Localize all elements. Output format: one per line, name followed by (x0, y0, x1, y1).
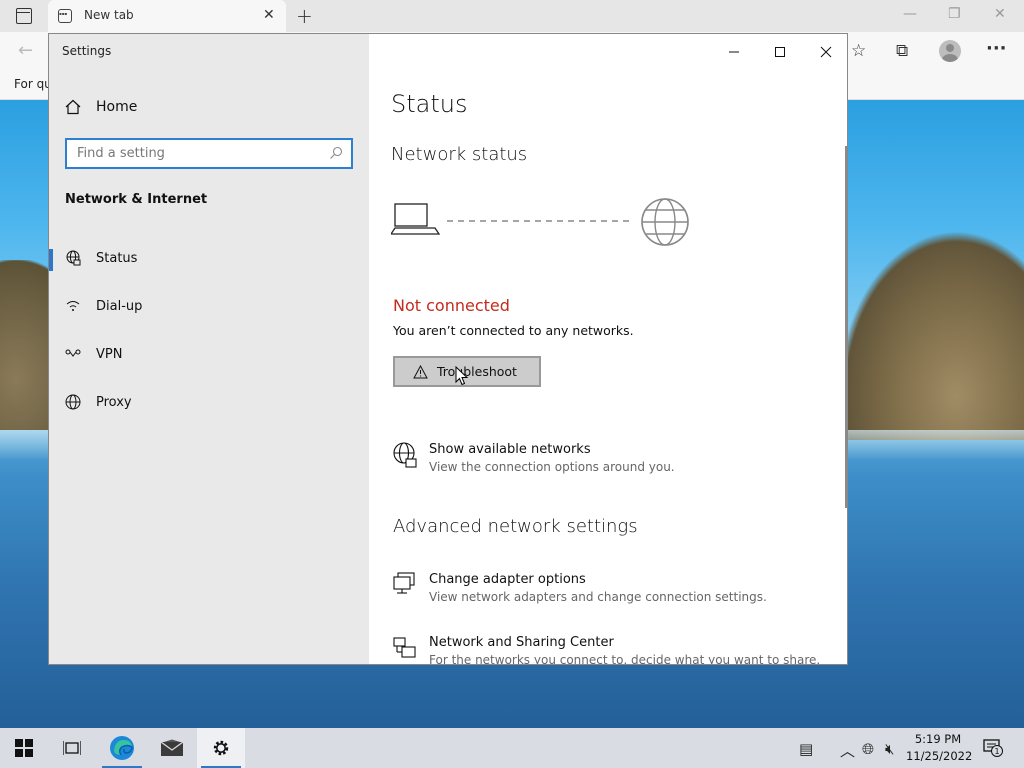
adapter-options-title: Change adapter options (429, 572, 586, 587)
network-sharing-center-link[interactable]: Network and Sharing Center For the netwo… (393, 635, 821, 665)
clock-date: 11/25/2022 (906, 749, 973, 763)
new-tab-icon (58, 9, 72, 23)
home-icon (65, 99, 81, 115)
vpn-icon (65, 349, 81, 357)
change-adapter-options-link[interactable]: Change adapter options View network adap… (393, 572, 767, 604)
window-title: Settings (62, 44, 112, 58)
network-status-heading: Network status (391, 144, 528, 165)
settings-taskbar-button[interactable] (197, 728, 245, 768)
sharing-center-icon (393, 637, 416, 658)
sharing-center-description: For the networks you connect to, decide … (429, 653, 821, 665)
internet-globe-icon (641, 198, 689, 246)
browser-restore-icon[interactable]: ❐ (948, 6, 961, 22)
sharing-center-title: Network and Sharing Center (429, 635, 614, 650)
minimize-button[interactable] (711, 38, 757, 66)
gear-icon (213, 740, 229, 756)
edge-taskbar-button[interactable] (98, 728, 146, 768)
profile-avatar-icon[interactable] (939, 40, 961, 62)
content-scrollbar[interactable] (845, 146, 847, 508)
networks-globe-icon (393, 442, 417, 468)
search-box[interactable] (65, 138, 353, 169)
notification-count: 1 (994, 747, 999, 756)
sidebar-item-status[interactable]: Status (49, 238, 369, 278)
section-title: Network & Internet (65, 192, 208, 207)
warning-triangle-icon (413, 364, 428, 378)
connection-status: Not connected (393, 296, 510, 315)
favorites-star-icon[interactable]: ☆ (851, 41, 866, 61)
collections-icon[interactable]: ⧉ (896, 41, 908, 61)
browser-minimize-icon[interactable]: — (903, 6, 917, 22)
edge-browser-icon (110, 736, 134, 760)
maximize-button[interactable] (757, 38, 803, 66)
search-input[interactable] (67, 140, 351, 167)
mail-envelope-icon (160, 739, 184, 756)
proxy-globe-icon (65, 394, 81, 410)
search-icon[interactable] (329, 146, 343, 160)
browser-tab[interactable]: New tab ✕ (48, 0, 286, 32)
mail-taskbar-button[interactable] (148, 728, 196, 768)
minimize-icon (729, 51, 739, 53)
troubleshoot-label: Troubleshoot (437, 364, 517, 379)
new-tab-button[interactable]: + (296, 4, 313, 28)
show-networks-title: Show available networks (429, 442, 591, 457)
dialup-icon (66, 301, 80, 311)
sidebar-item-label: Dial-up (96, 298, 143, 314)
close-icon (820, 46, 832, 58)
home-nav-item[interactable]: Home (65, 96, 137, 118)
task-view-button[interactable] (48, 728, 96, 768)
settings-sidebar: Settings Home Network & Internet Status (49, 34, 369, 664)
sidebar-item-proxy[interactable]: Proxy (49, 382, 369, 422)
start-button[interactable] (0, 728, 48, 768)
browser-tab-bar: New tab ✕ + — ❐ ✕ (0, 0, 1024, 32)
sidebar-item-label: Status (96, 250, 138, 266)
sidebar-item-vpn[interactable]: VPN (49, 334, 369, 374)
tab-close-icon[interactable]: ✕ (263, 7, 275, 23)
connection-description: You aren’t connected to any networks. (393, 323, 634, 338)
close-button[interactable] (803, 38, 847, 66)
wallpaper-hill-right (830, 220, 1024, 440)
advanced-settings-heading: Advanced network settings (393, 516, 638, 537)
network-globe-tray-icon[interactable]: 🌐︎ (862, 740, 874, 758)
page-title: Status (391, 90, 468, 118)
adapter-options-description: View network adapters and change connect… (429, 590, 767, 604)
network-diagram (391, 198, 689, 246)
sidebar-item-label: VPN (96, 346, 123, 362)
more-options-icon[interactable]: ··· (986, 38, 1007, 59)
sidebar-item-dialup[interactable]: Dial-up (49, 286, 369, 326)
sidebar-item-label: Proxy (96, 394, 132, 410)
maximize-icon (775, 47, 785, 57)
favorites-bar-text: For qu (14, 77, 52, 91)
show-networks-description: View the connection options around you. (429, 460, 675, 474)
windows-logo-icon (15, 739, 33, 757)
show-available-networks-link[interactable]: Show available networks View the connect… (393, 442, 675, 474)
status-globe-icon (66, 250, 81, 266)
browser-close-icon[interactable]: ✕ (994, 6, 1006, 22)
volume-muted-icon[interactable]: 🔇︎ (885, 740, 894, 758)
clock[interactable]: 5:19 PM 11/25/2022 (906, 731, 973, 765)
notification-center-icon[interactable]: 1 (983, 739, 1003, 757)
tab-actions-icon[interactable] (16, 8, 32, 24)
laptop-icon (391, 203, 441, 235)
settings-window: Settings Home Network & Internet Status (48, 33, 848, 665)
mouse-cursor-icon (455, 366, 469, 386)
news-widget-icon[interactable]: ▤ (799, 740, 813, 758)
home-label: Home (96, 99, 138, 115)
clock-time: 5:19 PM (914, 732, 962, 746)
taskbar: ▤ ︿ 🌐︎ 🔇︎ 5:19 PM 11/25/2022 1 (0, 728, 1024, 768)
settings-content: Status Network status Not connected You … (369, 34, 847, 664)
adapter-monitor-icon (393, 572, 415, 594)
show-hidden-icons-chevron-icon[interactable]: ︿ (840, 740, 855, 761)
back-arrow-icon[interactable]: ← (18, 40, 33, 61)
browser-tab-title: New tab (84, 8, 134, 22)
task-view-icon (63, 741, 81, 755)
